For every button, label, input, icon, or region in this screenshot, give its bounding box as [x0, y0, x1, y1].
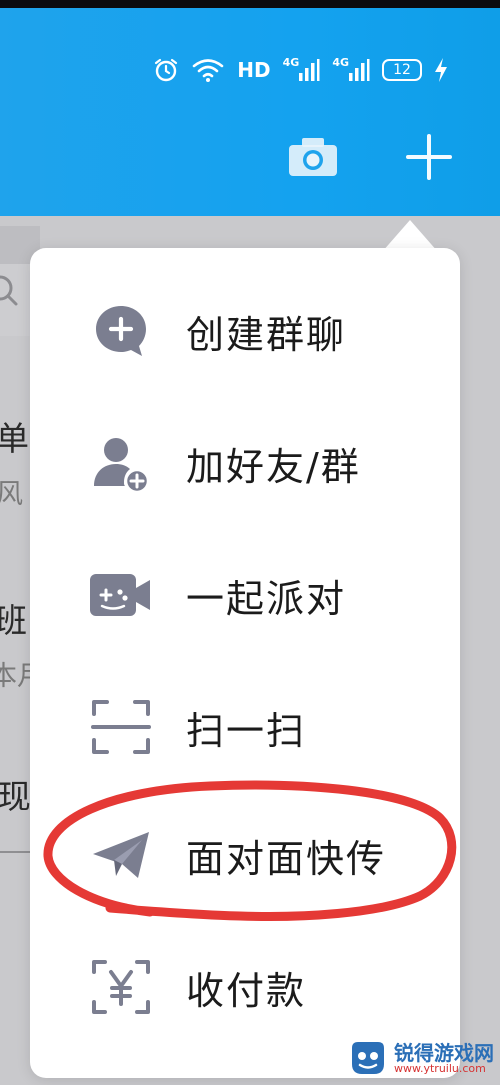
menu-item-payment[interactable]: 收付款 [30, 932, 460, 1042]
plus-dropdown-menu: 创建群聊 加好友/群 一起派对 扫一扫 面对面快传 收付款 [30, 248, 460, 1078]
cellular-signal-2-icon: 4G [332, 55, 370, 83]
signal-1-label: 4G [282, 55, 300, 69]
scan-icon [88, 694, 154, 760]
party-gamepad-icon [88, 562, 154, 628]
menu-item-face-to-face-transfer[interactable]: 面对面快传 [30, 800, 460, 910]
menu-item-label: 扫一扫 [186, 708, 307, 753]
bg-chat-title-fragment-1: 单 [0, 419, 29, 458]
wifi-icon [191, 57, 225, 83]
plus-icon[interactable] [406, 134, 452, 184]
signal-2-label: 4G [332, 55, 349, 69]
bg-chat-preview-fragment-1: 风 [0, 479, 23, 510]
menu-item-party[interactable]: 一起派对 [30, 540, 460, 650]
menu-item-scan[interactable]: 扫一扫 [30, 672, 460, 782]
watermark-title: 锐得游戏网 [394, 1040, 494, 1065]
network-type-label: HD [237, 58, 271, 82]
alarm-clock-icon [153, 57, 179, 83]
battery-level: 12 [382, 59, 422, 81]
screen-top-bezel [0, 0, 500, 8]
paper-plane-icon [88, 822, 154, 888]
menu-item-label: 一起派对 [186, 576, 347, 621]
app-header: HD 4G 4G 12 [0, 8, 500, 216]
bg-chat-title-fragment-3: J现 [0, 777, 31, 816]
watermark-url: www.ytruilu.com [394, 1061, 486, 1075]
menu-item-create-group-chat[interactable]: 创建群聊 [30, 276, 460, 386]
site-watermark: 锐得游戏网 www.ytruilu.com [346, 1035, 496, 1081]
cellular-signal-1-icon: 4G [282, 55, 321, 83]
create-group-chat-icon [88, 298, 154, 364]
header-actions [288, 134, 452, 184]
camera-icon[interactable] [288, 137, 338, 181]
menu-item-add-friend[interactable]: 加好友/群 [30, 408, 460, 518]
menu-item-label: 加好友/群 [186, 444, 361, 489]
bg-chat-title-fragment-2: 班 [0, 601, 27, 640]
menu-item-label: 创建群聊 [186, 312, 347, 357]
payment-yuan-icon [88, 954, 154, 1020]
search-icon [0, 272, 24, 316]
bg-divider [0, 851, 30, 853]
menu-item-label: 面对面快传 [186, 836, 387, 881]
add-friend-icon [88, 430, 154, 496]
watermark-logo-icon [352, 1042, 384, 1074]
status-bar: HD 4G 4G 12 [153, 52, 448, 88]
menu-item-label: 收付款 [186, 968, 307, 1013]
charging-bolt-icon [434, 57, 448, 83]
watermark-text: 锐得游戏网 www.ytruilu.com [394, 1043, 494, 1074]
